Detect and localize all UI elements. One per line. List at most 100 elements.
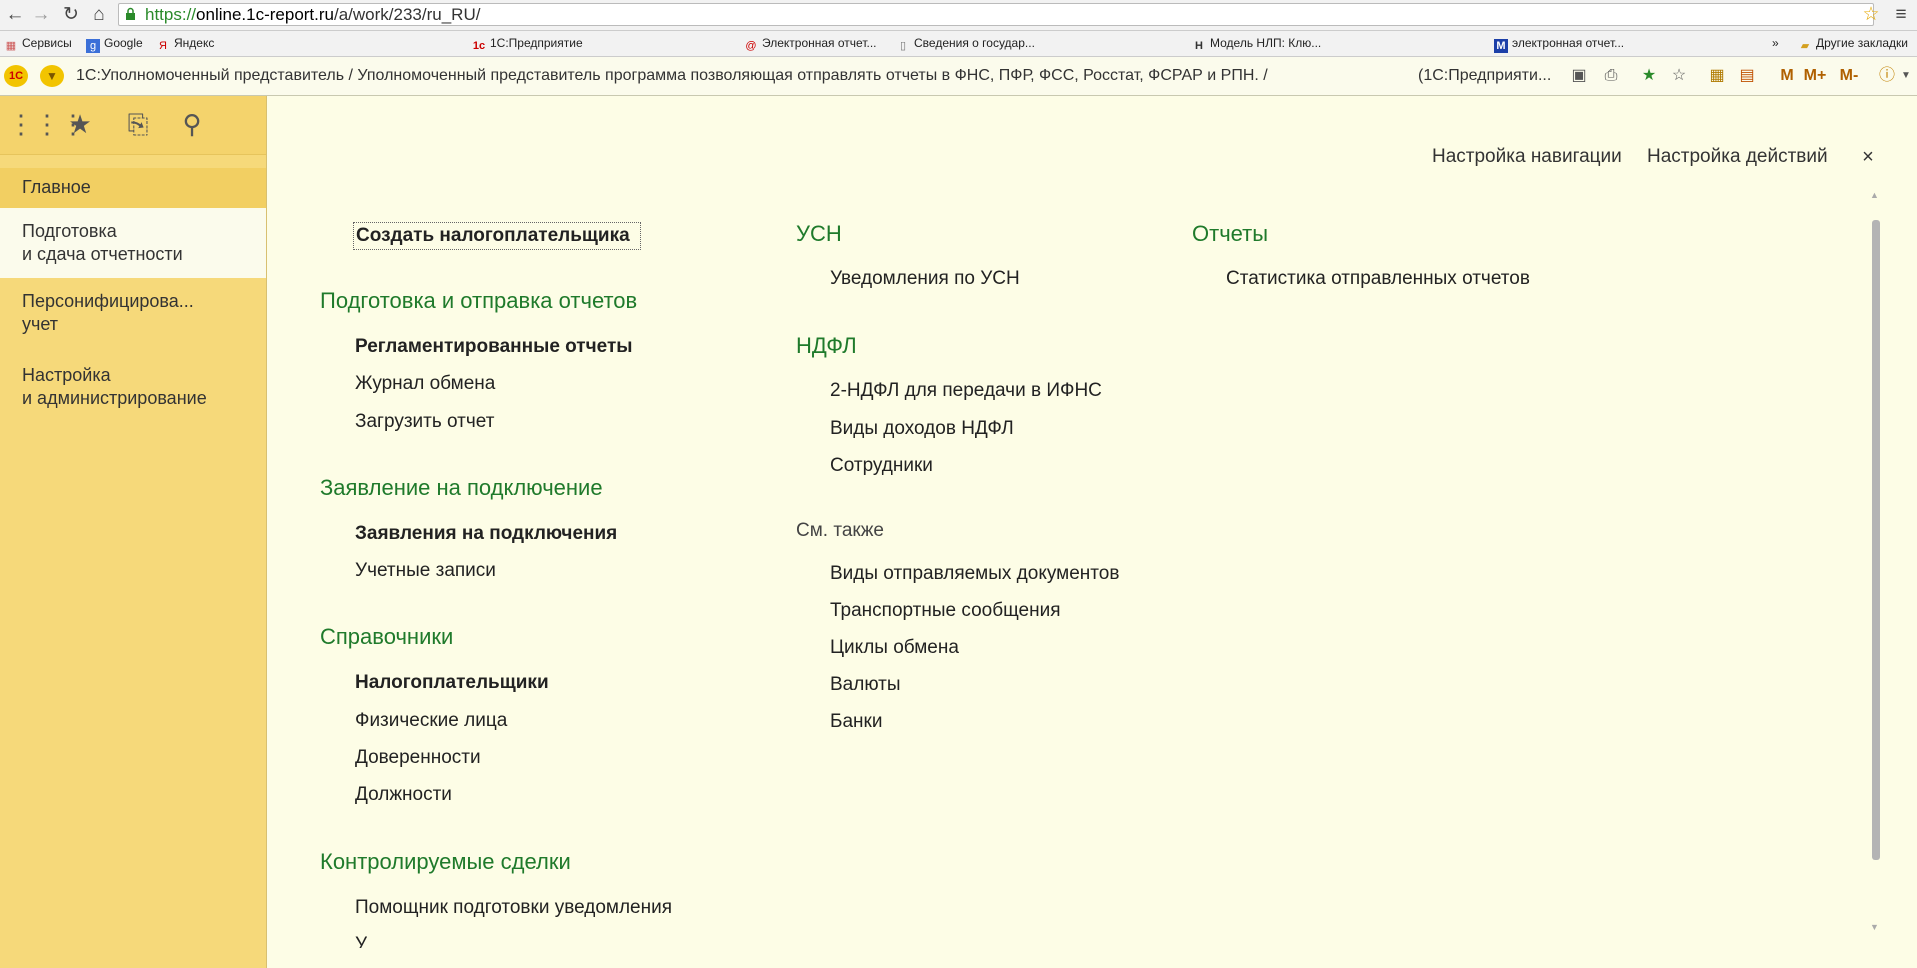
scrollbar-thumb[interactable] xyxy=(1872,220,1880,860)
forward-arrow-icon[interactable]: → xyxy=(30,4,52,26)
bookmarks-bar: ▦ Сервисы g Google Я Яндекс 1c 1С:Предприяти… xyxy=(0,31,1917,57)
search-icon[interactable]: ⚲ xyxy=(176,108,208,140)
google-icon: g xyxy=(86,39,100,53)
group-title-controlled-deals: Контролируемые сделки xyxy=(320,849,571,874)
add-favorite-icon[interactable]: ★ xyxy=(1638,65,1660,87)
section-main[interactable]: Главное xyxy=(0,168,266,208)
bookmark-item[interactable]: Я Яндекс xyxy=(156,34,214,53)
app-title-bar: 1C ▼ 1С:Уполномоченный представитель / У… xyxy=(0,57,1917,96)
apps-grid-icon: ▦ xyxy=(5,40,17,52)
favorites-icon[interactable]: ☆ xyxy=(1668,65,1690,87)
bookmark-item[interactable]: g Google xyxy=(86,34,143,53)
section-settings[interactable]: Настройка и администрирование xyxy=(0,356,266,426)
more-bookmarks[interactable]: » xyxy=(1772,34,1779,53)
favorites-star-icon[interactable]: ★ xyxy=(64,108,96,140)
section-label: и сдача отчетности xyxy=(22,244,183,264)
sections-panel: ⋮⋮⋮ ★ ⎘ ⚲ Главное Подготовка и сдача отч… xyxy=(0,96,267,968)
link-ndfl-income-types[interactable]: Виды доходов НДФЛ xyxy=(830,418,1014,440)
chevron-down-icon: ▼ xyxy=(46,69,58,83)
link-regulated-reports[interactable]: Регламентированные отчеты xyxy=(355,336,632,358)
bookmark-item[interactable]: Mэлектронная отчет... xyxy=(1494,34,1624,53)
bookmark-item[interactable]: 1c 1С:Предприятие xyxy=(472,34,583,53)
print-icon[interactable]: ⎙ xyxy=(1600,65,1622,87)
bookmark-label: Модель НЛП: Клю... xyxy=(1210,36,1322,50)
star-bookmark-icon[interactable]: ☆ xyxy=(1860,4,1882,26)
link-2ndfl[interactable]: 2-НДФЛ для передачи в ИФНС xyxy=(830,380,1102,402)
link-exchange-cycles[interactable]: Циклы обмена xyxy=(830,637,959,659)
back-arrow-icon[interactable]: ← xyxy=(4,4,26,26)
section-label: учет xyxy=(22,314,59,334)
url-text: https://online.1c-report.ru/a/work/233/r… xyxy=(145,5,480,25)
group-title-usn: УСН xyxy=(796,221,842,246)
other-bookmarks-label: Другие закладки xyxy=(1816,36,1908,50)
all-functions-grid-icon[interactable]: ⋮⋮⋮ xyxy=(8,108,86,140)
link-accounts[interactable]: Учетные записи xyxy=(355,560,496,582)
bookmark-item[interactable]: H Модель НЛП: Клю... xyxy=(1192,34,1321,53)
calculator-icon[interactable]: ▦ xyxy=(1706,65,1728,87)
page-icon: ▯ xyxy=(899,40,907,52)
bookmark-item[interactable]: ▦ Сервисы xyxy=(4,34,72,53)
group-title-directories: Справочники xyxy=(320,624,454,649)
close-icon[interactable]: × xyxy=(1858,146,1878,169)
chevron-down-icon[interactable]: ▼ xyxy=(1898,65,1914,87)
vertical-scrollbar[interactable]: ▲ ▼ xyxy=(1868,190,1882,936)
bookmark-label: 1С:Предприятие xyxy=(490,36,583,50)
bookmark-label: Сведения о государ... xyxy=(914,36,1035,50)
bookmark-label: электронная отчет... xyxy=(1512,36,1625,50)
url-scheme: https:// xyxy=(145,5,197,24)
history-icon[interactable]: ⎘ xyxy=(122,108,154,140)
address-bar[interactable]: https://online.1c-report.ru/a/work/233/r… xyxy=(118,3,1874,26)
link-connection-applications[interactable]: Заявления на подключения xyxy=(355,523,617,545)
scroll-up-icon[interactable]: ▲ xyxy=(1870,190,1879,200)
home-icon[interactable]: ⌂ xyxy=(88,4,110,26)
bookmark-label: Сервисы xyxy=(22,36,72,50)
scroll-down-icon[interactable]: ▼ xyxy=(1870,922,1879,932)
bookmark-item[interactable]: @ Электронная отчет... xyxy=(744,34,877,53)
link-positions[interactable]: Должности xyxy=(355,784,452,806)
group-title-reports-stats: Отчеты xyxy=(1192,221,1269,246)
group-title-application: Заявление на подключение xyxy=(320,475,603,500)
section-label: Настройка xyxy=(22,365,111,385)
link-employees[interactable]: Сотрудники xyxy=(830,455,933,477)
menu-icon[interactable]: ≡ xyxy=(1890,4,1912,26)
link-document-types[interactable]: Виды отправляемых документов xyxy=(830,563,1119,585)
at-icon: @ xyxy=(745,40,757,52)
section-personified[interactable]: Персонифицирова... учет xyxy=(0,282,266,352)
link-upload-report[interactable]: Загрузить отчет xyxy=(355,411,494,433)
browser-toolbar: ← → ↻ ⌂ https://online.1c-report.ru/a/wo… xyxy=(0,0,1917,31)
memory-m-button[interactable]: M xyxy=(1776,65,1798,87)
link-taxpayers[interactable]: Налогоплательщики xyxy=(355,672,549,694)
section-reporting[interactable]: Подготовка и сдача отчетности xyxy=(0,208,266,278)
link-notification-assistant[interactable]: Помощник подготовки уведомления xyxy=(355,897,672,919)
info-icon[interactable]: ⓘ xyxy=(1876,65,1898,87)
bookmark-label: Электронная отчет... xyxy=(762,36,877,50)
sidebar-toolbar: ⋮⋮⋮ ★ ⎘ ⚲ xyxy=(0,96,266,155)
link-banks[interactable]: Банки xyxy=(830,711,882,733)
other-bookmarks[interactable]: ▰ Другие закладки xyxy=(1798,34,1908,53)
link-partial-item[interactable]: У xyxy=(355,934,367,948)
navigation-settings-link[interactable]: Настройка навигации xyxy=(1432,146,1622,168)
link-usn-notifications[interactable]: Уведомления по УСН xyxy=(830,268,1020,290)
m-icon: M xyxy=(1494,39,1508,53)
section-label: Персонифицирова... xyxy=(22,291,194,311)
reload-icon[interactable]: ↻ xyxy=(60,4,82,26)
app-title: 1С:Уполномоченный представитель / Уполно… xyxy=(76,67,1268,84)
bookmark-label: Яндекс xyxy=(174,36,215,50)
1c-icon: 1c xyxy=(472,40,486,52)
1c-logo-icon: 1C xyxy=(4,65,28,87)
memory-minus-button[interactable]: M- xyxy=(1834,65,1864,87)
memory-plus-button[interactable]: M+ xyxy=(1800,65,1830,87)
link-individuals[interactable]: Физические лица xyxy=(355,710,507,732)
link-exchange-log[interactable]: Журнал обмена xyxy=(355,373,495,395)
save-icon[interactable]: ▣ xyxy=(1568,65,1590,87)
create-taxpayer-button[interactable]: Создать налогоплательщика xyxy=(353,222,641,250)
link-currencies[interactable]: Валюты xyxy=(830,674,901,696)
main-menu-button[interactable]: ▼ xyxy=(40,65,64,87)
see-also-title: См. также xyxy=(796,520,884,541)
link-sent-reports-statistics[interactable]: Статистика отправленных отчетов xyxy=(1226,268,1530,290)
bookmark-item[interactable]: ▯ Сведения о государ... xyxy=(896,34,1035,53)
calendar-icon[interactable]: ▤ xyxy=(1736,65,1758,87)
action-settings-link[interactable]: Настройка действий xyxy=(1647,146,1828,168)
link-transport-messages[interactable]: Транспортные сообщения xyxy=(830,600,1060,622)
link-powers-of-attorney[interactable]: Доверенности xyxy=(355,747,481,769)
